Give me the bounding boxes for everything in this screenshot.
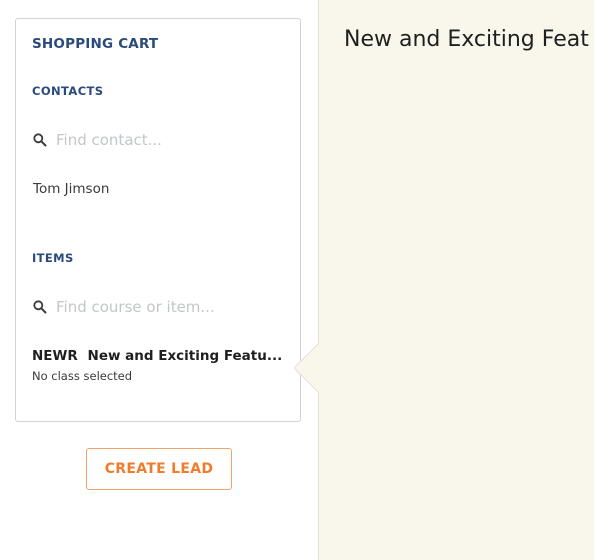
item-search[interactable] (32, 295, 288, 319)
selection-pointer (294, 343, 319, 393)
cart-item-title: NEWR New and Exciting Featu... (32, 348, 288, 364)
search-icon (32, 299, 48, 315)
cart-item-name: New and Exciting Featu... (87, 348, 283, 364)
item-detail-title: New and Exciting Feat (344, 27, 589, 52)
shopping-cart-title: SHOPPING CART (32, 36, 159, 52)
cart-item-class-status: No class selected (32, 369, 133, 383)
item-search-input[interactable] (56, 298, 276, 316)
contacts-section-label: CONTACTS (32, 84, 104, 98)
create-lead-button[interactable]: CREATE LEAD (86, 448, 232, 490)
contact-search[interactable] (32, 128, 288, 152)
shopping-cart-card: SHOPPING CART CONTACTS Tom Jimson ITEMS (15, 18, 301, 422)
cart-item-row[interactable]: NEWR New and Exciting Featu... No class … (32, 348, 288, 383)
selected-contact-name[interactable]: Tom Jimson (33, 181, 109, 197)
search-icon (32, 132, 48, 148)
item-detail-panel: New and Exciting Feat (318, 0, 594, 560)
items-section-label: ITEMS (32, 251, 74, 265)
cart-item-code: NEWR (32, 348, 78, 364)
contact-search-input[interactable] (56, 131, 276, 149)
shopping-cart-panel: SHOPPING CART CONTACTS Tom Jimson ITEMS (0, 0, 318, 560)
